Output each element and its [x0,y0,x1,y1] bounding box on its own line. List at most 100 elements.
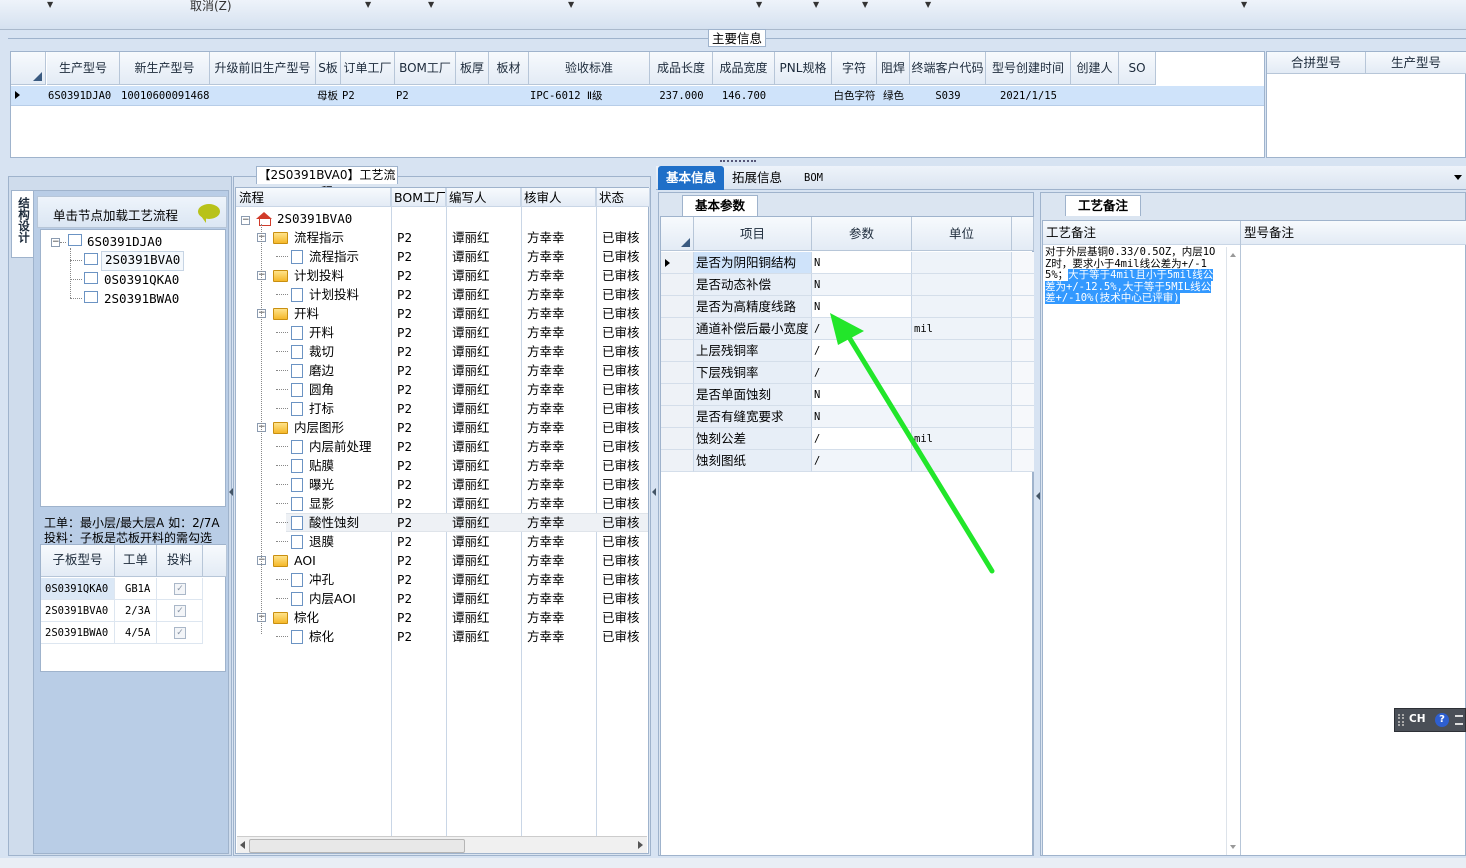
sub-order-cell[interactable]: 4/5A [115,622,157,644]
flow-col-header[interactable]: 流程 [236,188,391,207]
main-col-header[interactable]: 成品宽度 [713,52,775,85]
dropdown-arrow-icon[interactable]: ▼ [568,0,574,9]
param-row-header[interactable] [661,318,694,340]
flow-step[interactable]: 内层前处理 [309,437,372,456]
collapse-icon[interactable]: − [241,216,250,225]
main-col-header[interactable]: 终端客户代码 [910,52,986,85]
main-col-header[interactable]: SO [1119,52,1156,85]
collapse-icon[interactable]: − [51,238,60,247]
sub-order-cell[interactable]: GB1A [115,578,157,600]
main-info-selected-row[interactable]: 6S0391DJA0 10010600091468 母板 P2 P2 IPC-6012 Ⅱ… [11,86,1264,106]
dropdown-arrow-icon[interactable]: ▼ [925,0,931,9]
main-col-header[interactable]: BOM工厂 [395,52,456,85]
main-col-header[interactable]: 板厚 [456,52,489,85]
param-value-cell[interactable]: N [812,274,912,296]
splitter-arrow-icon[interactable] [652,488,656,496]
flow-root[interactable]: 2S0391BVA0 [277,209,352,228]
flow-step[interactable]: 酸性蚀刻 [309,513,359,532]
splitter-arrow-icon[interactable] [229,488,233,496]
main-col-header[interactable]: 订单工厂 [341,52,395,85]
vertical-tab-structure[interactable]: 结构设计 [11,190,33,258]
flow-step[interactable]: 退膜 [309,532,334,551]
flow-hscrollbar[interactable] [237,836,647,853]
feed-checkbox[interactable]: ✓ [174,627,186,639]
tab-basic-info[interactable]: 基本信息 [658,166,724,190]
param-row-header[interactable] [661,340,694,362]
flow-col-header[interactable]: BOM工厂 [391,188,446,207]
main-col-header[interactable]: 板材 [489,52,529,85]
feed-checkbox[interactable]: ✓ [174,583,186,595]
param-row-header[interactable] [661,274,694,296]
main-col-header[interactable]: 升级前旧生产型号 [210,52,316,85]
main-col-header[interactable]: 生产型号 [47,52,120,85]
scroll-down-icon[interactable] [1230,845,1236,849]
param-row-header[interactable] [661,252,694,274]
flow-step[interactable]: 棕化 [309,627,334,646]
feed-checkbox[interactable]: ✓ [174,605,186,617]
flow-group[interactable]: 棕化 [294,608,319,627]
flow-col-header[interactable]: 编写人 [446,188,521,207]
param-row-header[interactable] [661,428,694,450]
main-col-header[interactable]: PNL规格 [775,52,832,85]
flow-group[interactable]: 计划投料 [294,266,344,285]
flow-col-header[interactable]: 状态 [596,188,650,207]
flow-step[interactable]: 圆角 [309,380,334,399]
tab-extended-info[interactable]: 拓展信息 [732,166,782,190]
drag-handle-icon[interactable] [1398,714,1404,726]
sub-model-cell[interactable]: 0S0391QKA0 [41,578,115,600]
sub-feed-cell[interactable]: ✓ [157,622,203,644]
sub-order-cell[interactable]: 2/3A [115,600,157,622]
dropdown-arrow-icon[interactable]: ▼ [365,0,371,9]
dropdown-arrow-icon[interactable]: ▼ [862,0,868,9]
param-value-cell[interactable]: N [812,252,912,274]
flow-group[interactable]: 开料 [294,304,319,323]
flow-step[interactable]: 裁切 [309,342,334,361]
scroll-thumb[interactable] [249,839,465,853]
ime-language[interactable]: CH [1409,713,1426,725]
main-col-header[interactable]: 成品长度 [650,52,713,85]
scroll-right-icon[interactable] [638,841,643,849]
flow-step[interactable]: 流程指示 [309,247,359,266]
main-col-header[interactable]: S板 [316,52,341,85]
tree-node-root[interactable]: 6S0391DJA0 [87,232,162,251]
param-row-header[interactable] [661,296,694,318]
splitter-handle[interactable] [720,160,756,163]
main-col-header[interactable]: 新生产型号 [120,52,210,85]
sub-feed-cell[interactable]: ✓ [157,600,203,622]
flow-group[interactable]: 内层图形 [294,418,344,437]
ime-help-icon[interactable]: ? [1435,713,1449,727]
tree-node[interactable]: 0S0391QKA0 [104,270,179,289]
flow-step[interactable]: 开料 [309,323,334,342]
flow-step[interactable]: 显影 [309,494,334,513]
flow-step[interactable]: 贴膜 [309,456,334,475]
sub-model-cell[interactable]: 2S0391BWA0 [41,622,115,644]
main-col-header[interactable]: 验收标准 [529,52,650,85]
dropdown-arrow-icon[interactable]: ▼ [47,0,53,9]
tab-bom[interactable]: BOM [804,166,823,190]
process-notes-textarea[interactable]: 对于外层基铜0.33/0.5OZ，内层1OZ时，要求小于4mil线公差为+/-1… [1045,246,1221,305]
main-col-header[interactable]: 型号创建时间 [986,52,1071,85]
flow-step[interactable]: 冲孔 [309,570,334,589]
tree-node[interactable]: 2S0391BWA0 [104,289,179,308]
dropdown-arrow-icon[interactable]: ▼ [428,0,434,9]
param-row-header[interactable] [661,406,694,428]
param-row-header[interactable] [661,362,694,384]
main-col-header[interactable]: 阻焊 [877,52,910,85]
flow-step[interactable]: 磨边 [309,361,334,380]
flow-step[interactable]: 计划投料 [309,285,359,304]
flow-group[interactable]: AOI [294,551,316,570]
scroll-up-icon[interactable] [1230,253,1236,257]
flow-step[interactable]: 打标 [309,399,334,418]
scroll-left-icon[interactable] [240,841,245,849]
dropdown-arrow-icon[interactable]: ▼ [1241,0,1247,9]
param-row-header[interactable] [661,450,694,472]
cancel-button[interactable]: 取消(Z) [190,0,232,14]
dropdown-arrow-icon[interactable]: ▼ [813,0,819,9]
flow-group[interactable]: 流程指示 [294,228,344,247]
ime-more-icon[interactable] [1455,715,1463,725]
ime-toolbar[interactable]: CH ? [1394,708,1466,732]
main-col-header[interactable]: 字符 [832,52,877,85]
flow-step[interactable]: 内层AOI [309,589,356,608]
sub-feed-cell[interactable]: ✓ [157,578,203,600]
tab-list-dropdown-icon[interactable] [1454,175,1462,180]
